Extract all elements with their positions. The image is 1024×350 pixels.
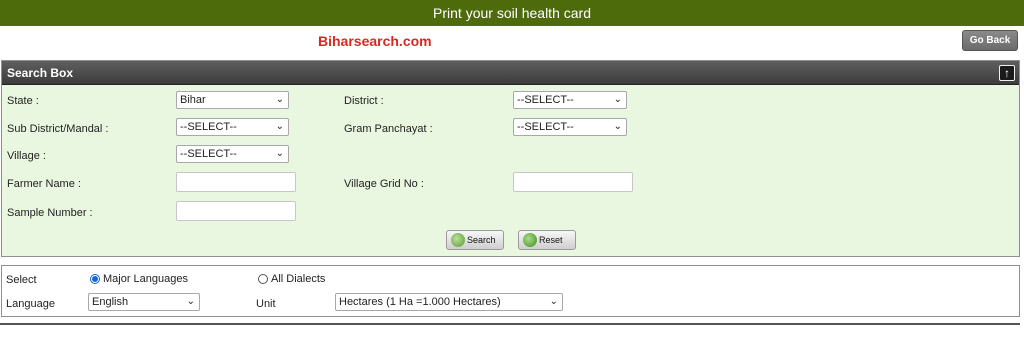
- search-icon: [451, 233, 465, 247]
- village-value: --SELECT--: [180, 148, 237, 160]
- village-select[interactable]: --SELECT-- ⌄: [176, 145, 289, 163]
- language-value: English: [92, 296, 129, 308]
- major-languages-radio[interactable]: [90, 274, 100, 284]
- page-header: Print your soil health card: [0, 0, 1024, 26]
- sample-number-label: Sample Number :: [7, 207, 93, 219]
- chevron-down-icon: ⌄: [549, 296, 558, 307]
- gram-panchayat-label: Gram Panchayat :: [344, 123, 433, 135]
- district-select[interactable]: --SELECT-- ⌄: [513, 91, 627, 109]
- sub-district-label: Sub District/Mandal :: [7, 123, 109, 135]
- village-grid-no-label: Village Grid No :: [344, 178, 424, 190]
- major-languages-label: Major Languages: [103, 273, 189, 285]
- gram-panchayat-value: --SELECT--: [517, 121, 574, 133]
- all-dialects-label: All Dialects: [271, 273, 326, 285]
- unit-value: Hectares (1 Ha =1.000 Hectares): [339, 296, 501, 308]
- sample-number-input[interactable]: [176, 201, 296, 221]
- chevron-down-icon: ⌄: [275, 121, 284, 132]
- state-label: State :: [7, 95, 39, 107]
- reset-button[interactable]: Reset: [518, 230, 576, 250]
- search-box-title: Search Box: [7, 66, 74, 80]
- farmer-name-input[interactable]: [176, 172, 296, 192]
- unit-select[interactable]: Hectares (1 Ha =1.000 Hectares) ⌄: [335, 293, 563, 311]
- chevron-down-icon: ⌄: [613, 94, 622, 105]
- all-dialects-radio[interactable]: [258, 274, 268, 284]
- arrow-up-icon[interactable]: ↑: [999, 65, 1015, 81]
- unit-label: Unit: [256, 298, 276, 310]
- search-button-label: Search: [467, 235, 496, 245]
- chevron-down-icon: ⌄: [275, 94, 284, 105]
- gram-panchayat-select[interactable]: --SELECT-- ⌄: [513, 118, 627, 136]
- district-value: --SELECT--: [517, 94, 574, 106]
- farmer-name-label: Farmer Name :: [7, 178, 81, 190]
- district-label: District :: [344, 95, 384, 107]
- chevron-down-icon: ⌄: [186, 296, 195, 307]
- divider: [0, 323, 1020, 325]
- search-box-panel: Search Box ↑ State : Bihar ⌄ District : …: [1, 60, 1020, 257]
- village-grid-no-input[interactable]: [513, 172, 633, 192]
- village-label: Village :: [7, 150, 46, 162]
- sub-district-select[interactable]: --SELECT-- ⌄: [176, 118, 289, 136]
- sub-district-value: --SELECT--: [180, 121, 237, 133]
- display-options-panel: Select Major Languages All Dialects Lang…: [1, 265, 1020, 317]
- state-select[interactable]: Bihar ⌄: [176, 91, 289, 109]
- search-box-header: Search Box ↑: [2, 61, 1019, 85]
- select-label: Select: [6, 274, 37, 286]
- go-back-button[interactable]: Go Back: [962, 30, 1018, 51]
- state-value: Bihar: [180, 94, 206, 106]
- site-watermark: Biharsearch.com: [318, 33, 432, 49]
- language-select[interactable]: English ⌄: [88, 293, 200, 311]
- refresh-icon: [523, 233, 537, 247]
- chevron-down-icon: ⌄: [613, 121, 622, 132]
- reset-button-label: Reset: [539, 235, 563, 245]
- language-label: Language: [6, 298, 55, 310]
- page-title: Print your soil health card: [433, 5, 591, 21]
- chevron-down-icon: ⌄: [275, 148, 284, 159]
- search-button[interactable]: Search: [446, 230, 504, 250]
